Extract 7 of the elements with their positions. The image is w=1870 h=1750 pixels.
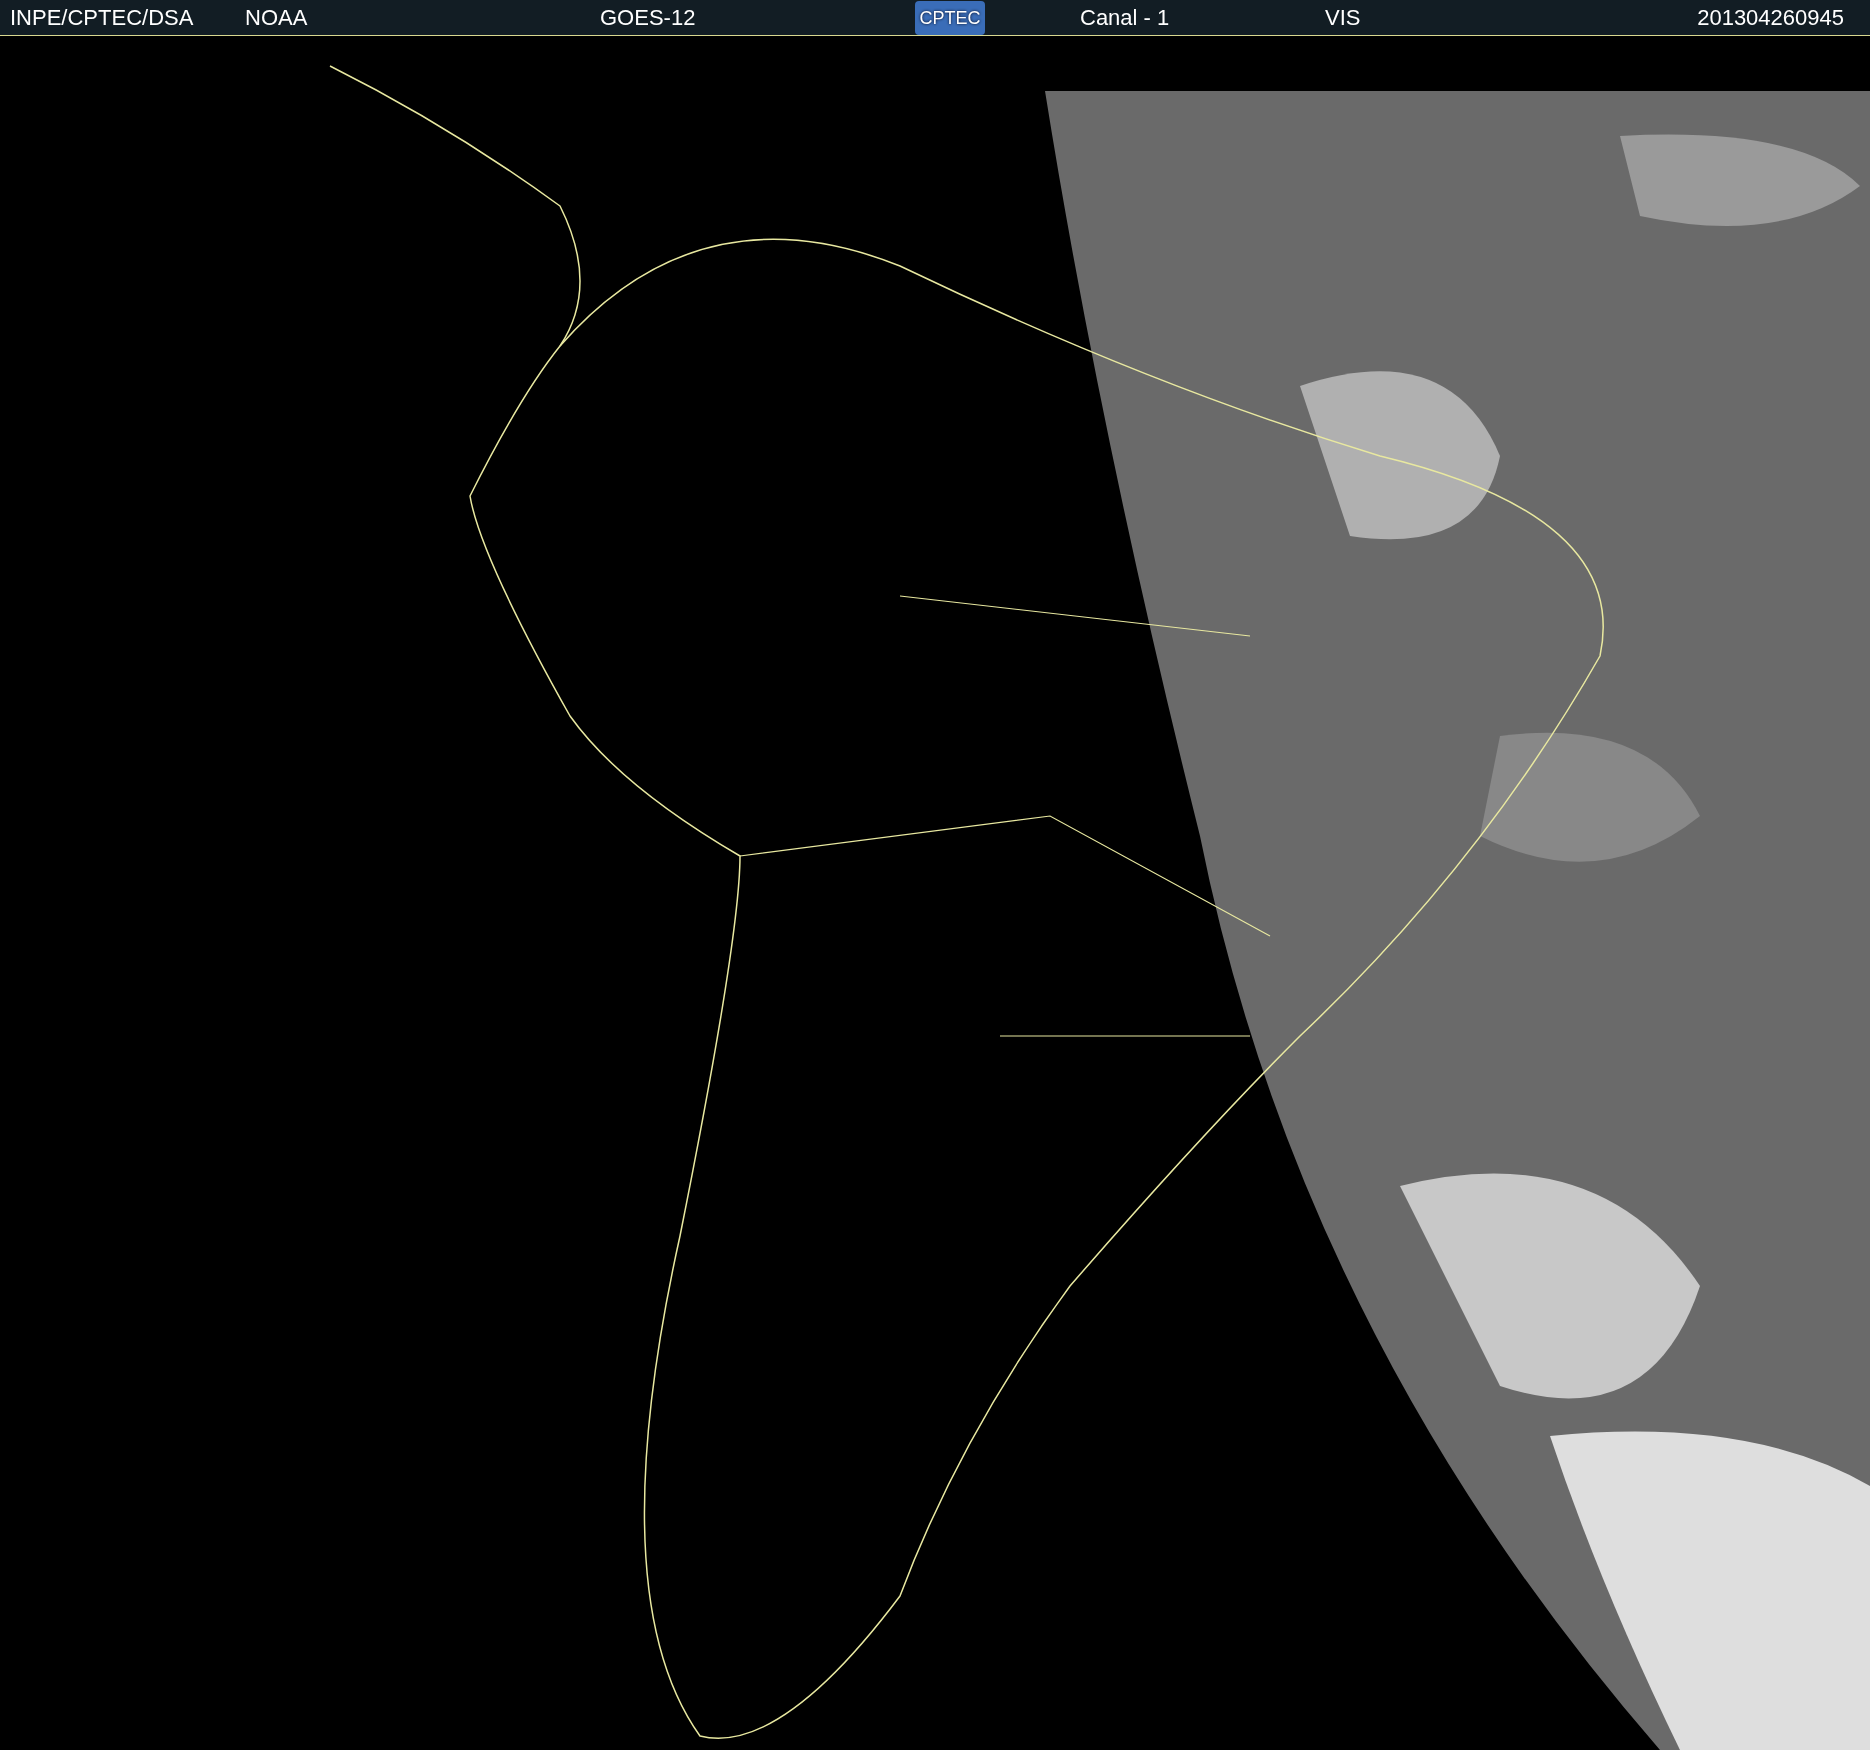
agency-label: NOAA [245, 6, 309, 29]
logo: CPTEC [915, 0, 985, 35]
source-label: INPE/CPTEC/DSA [10, 6, 195, 29]
timestamp-label: 201304260945 [1697, 6, 1844, 29]
band-label: VIS [1325, 6, 1361, 29]
satellite-label: GOES-12 [600, 6, 697, 29]
channel-label: Canal - 1 [1080, 6, 1171, 29]
